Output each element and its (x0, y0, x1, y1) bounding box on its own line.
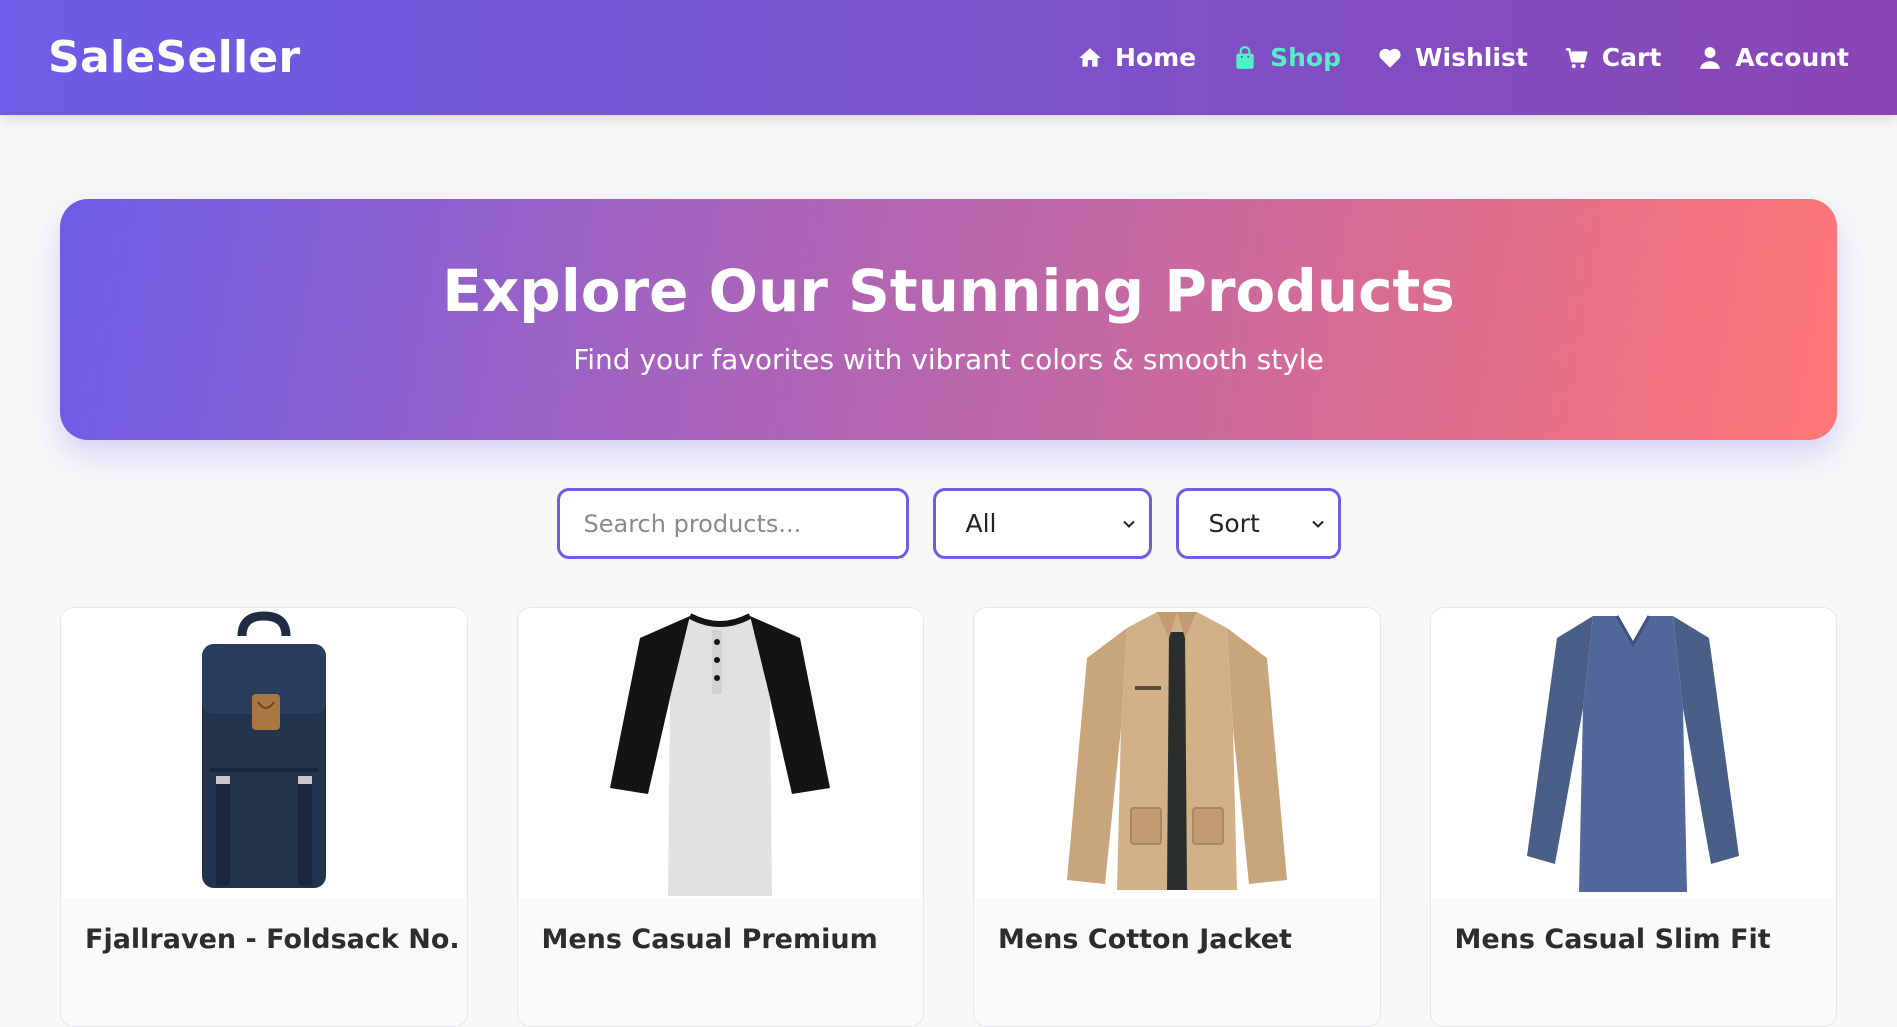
nav-home[interactable]: Home (1077, 43, 1196, 72)
product-title[interactable]: Mens Cotton Jacket (974, 898, 1380, 955)
nav-cart-label: Cart (1601, 43, 1662, 72)
chevron-down-icon (1122, 520, 1135, 528)
backpack-image (201, 611, 326, 888)
user-icon (1700, 46, 1721, 69)
nav-account[interactable]: Account (1697, 43, 1849, 72)
nav-cart[interactable]: Cart (1564, 43, 1662, 72)
nav-wishlist[interactable]: Wishlist (1377, 43, 1528, 72)
heart-icon (1379, 48, 1401, 68)
search-input[interactable] (556, 488, 909, 559)
product-grid: Fjallraven - Foldsack No. 1 Mens Casual … (60, 607, 1837, 1027)
nav-shop-label: Shop (1270, 43, 1341, 72)
product-title[interactable]: Mens Casual Premium (518, 898, 924, 955)
sort-select-value: Sort (1208, 509, 1260, 538)
cart-icon (1565, 47, 1588, 68)
hero-banner: Explore Our Stunning Products Find your … (60, 199, 1837, 440)
shopping-bag-icon (1236, 45, 1254, 69)
product-title[interactable]: Mens Casual Slim Fit (1431, 898, 1837, 955)
hero-subtitle: Find your favorites with vibrant colors … (573, 343, 1324, 376)
product-card[interactable]: Mens Casual Premium (516, 607, 924, 1027)
category-select-value: All (965, 509, 997, 538)
filter-bar: All Sort (0, 488, 1897, 559)
nav-shop[interactable]: Shop (1232, 43, 1341, 72)
category-select[interactable]: All (932, 488, 1152, 559)
product-card[interactable]: Mens Casual Slim Fit (1429, 607, 1837, 1027)
nav-home-label: Home (1115, 43, 1197, 72)
product-image[interactable] (1430, 608, 1836, 898)
product-image[interactable] (61, 608, 467, 898)
product-image[interactable] (517, 608, 923, 898)
hero-title: Explore Our Stunning Products (442, 257, 1455, 325)
sort-select[interactable]: Sort (1175, 488, 1341, 559)
brand-logo[interactable]: SaleSeller (48, 32, 301, 83)
raglan-tshirt-image (610, 613, 831, 896)
long-sleeve-shirt-image (1527, 615, 1740, 892)
top-navbar: SaleSeller Home Shop Wishlist Cart Accou… (0, 0, 1897, 115)
product-title[interactable]: Fjallraven - Foldsack No. 1 (61, 898, 467, 955)
home-icon (1079, 47, 1101, 67)
nav-wishlist-label: Wishlist (1414, 43, 1528, 72)
product-card[interactable]: Mens Cotton Jacket (973, 607, 1381, 1027)
product-image[interactable] (974, 608, 1380, 898)
jacket-image (1066, 612, 1287, 890)
main-nav: Home Shop Wishlist Cart Account (1077, 43, 1849, 72)
nav-account-label: Account (1735, 43, 1849, 72)
chevron-down-icon (1311, 520, 1324, 528)
product-card[interactable]: Fjallraven - Foldsack No. 1 (60, 607, 468, 1027)
